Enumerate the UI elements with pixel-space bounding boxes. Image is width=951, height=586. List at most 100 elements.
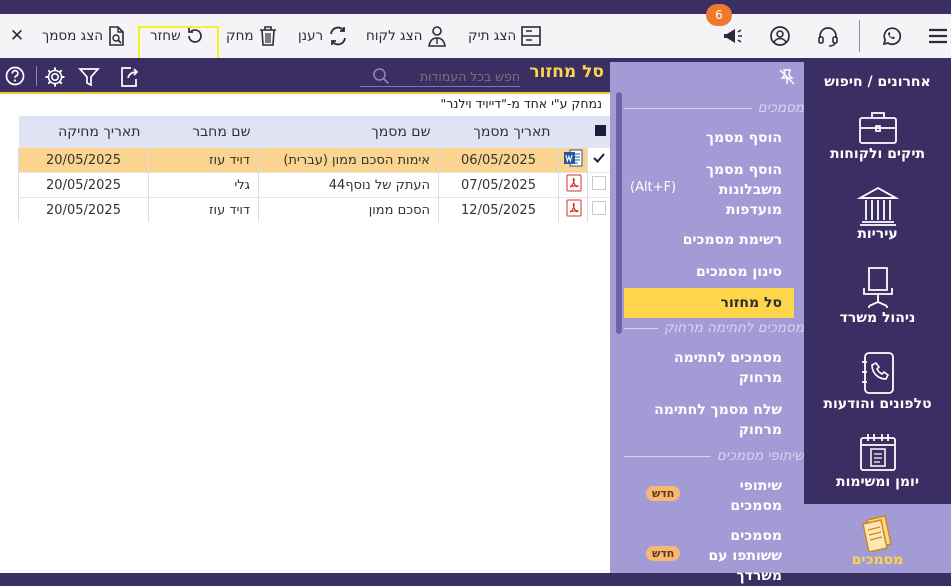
menu-remote-sign-docs-line2: מרחוק: [738, 370, 782, 386]
doc-date: 06/05/2025: [438, 147, 559, 173]
doc-deleted-date: 20/05/2025: [18, 172, 149, 198]
row-checkbox[interactable]: [587, 197, 610, 222]
office-chair-icon: [862, 267, 893, 308]
column-header-name[interactable]: שם מסמך: [258, 116, 439, 148]
menu-add-from-template[interactable]: הוסף מסמך משבלונות מועדפות: [706, 160, 782, 220]
section-documents: מסמכים: [618, 100, 804, 116]
word-document-icon: [564, 149, 583, 167]
menu-recycle-bin[interactable]: סל מחזור: [624, 288, 794, 318]
nav-phones-messages[interactable]: טלפונים והודעות: [804, 350, 951, 412]
menu-doc-shares[interactable]: שיתופי מסמכים: [730, 476, 782, 516]
megaphone-icon: [724, 29, 742, 43]
export-icon: [121, 67, 139, 87]
nav-files-clients-label: תיקים ולקוחות: [829, 146, 926, 162]
unpin-button[interactable]: [778, 68, 796, 90]
show-client-button[interactable]: הצג לקוח: [366, 14, 448, 58]
nav-office-management[interactable]: ניהול משרד: [804, 264, 951, 326]
settings-button[interactable]: [44, 66, 65, 87]
filter-icon: [78, 68, 100, 87]
help-icon: [5, 66, 25, 86]
municipality-icon: [856, 186, 899, 226]
show-client-label: הצג לקוח: [366, 28, 423, 44]
panel-header: סל מחזור: [0, 58, 610, 94]
show-document-button[interactable]: הצג מסמך: [42, 14, 125, 58]
menu-filter-documents[interactable]: סינון מסמכים: [696, 262, 782, 282]
nav-recent-search[interactable]: אחרונים / חיפוש: [804, 74, 951, 90]
row-checkbox[interactable]: [587, 147, 610, 173]
section-remote-sign: מסמכים לחתימה מרחוק: [618, 320, 804, 336]
main-menu-button[interactable]: [926, 14, 950, 58]
search-icon: [373, 68, 390, 85]
phone-book-icon: [861, 352, 894, 394]
menu-add-from-template-line1: הוסף מסמך: [705, 162, 782, 178]
filter-button[interactable]: [78, 66, 100, 87]
refresh-button[interactable]: רענן: [298, 14, 349, 58]
nav-recent-search-label: אחרונים / חיפוש: [824, 74, 931, 90]
doc-type-cell: [558, 147, 588, 173]
section-sharing: שיתופי מסמכים: [618, 448, 804, 464]
help-button[interactable]: [5, 66, 25, 86]
menu-shared-with-line2: ששותפו עם: [708, 548, 782, 564]
row-checkbox[interactable]: [587, 172, 610, 198]
nav-phones-messages-label: טלפונים והודעות: [823, 396, 932, 412]
nav-documents[interactable]: מסמכים: [804, 504, 951, 573]
table-row[interactable]: 06/05/2025 אימות הסכם ממון (עברית) דויד …: [18, 147, 610, 173]
menu-doc-shares-line2: מסמכים: [730, 498, 782, 514]
header-divider: [36, 66, 37, 86]
document-preview-icon: [109, 26, 124, 46]
doc-author: דויד עוז: [148, 197, 259, 222]
doc-name: הסכם ממון: [258, 197, 439, 222]
close-button[interactable]: ✕: [6, 14, 28, 58]
documents-stack-icon: [861, 515, 892, 552]
briefcase-icon: [858, 112, 897, 144]
column-header-deleted[interactable]: תאריך מחיקה: [18, 116, 149, 148]
whatsapp-button[interactable]: [877, 14, 905, 58]
table-header-row: תאריך מסמך שם מסמך שם מחבר תאריך מחיקה: [18, 116, 610, 148]
nav-files-clients[interactable]: תיקים ולקוחות: [804, 110, 951, 162]
doc-type-cell: [558, 197, 588, 222]
menu-add-from-template-line2: משבלונות: [718, 182, 782, 198]
show-document-label: הצג מסמך: [42, 28, 104, 44]
menu-document-list[interactable]: רשימת מסמכים: [683, 230, 782, 250]
column-header-author[interactable]: שם מחבר: [148, 116, 259, 148]
doc-deleted-date: 20/05/2025: [18, 197, 149, 222]
pdf-document-icon: [566, 174, 582, 192]
deleted-by-info: נמחק ע"י אחד מ-"דייויד וילנר": [440, 96, 602, 111]
page-title: סל מחזור: [529, 62, 604, 82]
table-row[interactable]: 07/05/2025 העתק של נוסף44 גלי 20/05/2025: [18, 172, 610, 198]
refresh-label: רענן: [298, 28, 324, 44]
nav-cities[interactable]: עיריות: [804, 186, 951, 242]
close-icon: ✕: [9, 26, 25, 46]
search-container: [360, 66, 520, 87]
export-button[interactable]: [118, 66, 139, 87]
shortcut-hint: (Alt+F): [630, 180, 677, 195]
show-file-button[interactable]: הצג תיק: [468, 14, 542, 58]
menu-doc-shares-line1: שיתופי: [739, 478, 782, 494]
doc-type-cell: [558, 172, 588, 198]
show-file-label: הצג תיק: [468, 28, 517, 44]
profile-button[interactable]: [766, 14, 794, 58]
submenu-scrollbar[interactable]: [616, 92, 622, 334]
menu-shared-with-line1: מסמכים: [730, 528, 782, 544]
menu-add-from-template-line3: מועדפות: [725, 202, 782, 218]
menu-shared-with-office[interactable]: מסמכים ששותפו עם משרדך: [708, 526, 782, 586]
support-button[interactable]: [814, 14, 842, 58]
select-all-column[interactable]: [587, 116, 610, 148]
trash-icon: [259, 26, 276, 46]
checkbox-icon: [592, 176, 606, 190]
table-row[interactable]: 12/05/2025 הסכם ממון דויד עוז 20/05/2025: [18, 197, 610, 222]
gear-icon: [45, 67, 65, 87]
menu-send-remote-sign[interactable]: שלח מסמך לחתימה מרחוק: [654, 400, 782, 440]
headset-icon: [818, 27, 838, 47]
menu-add-document[interactable]: הוסף מסמך: [706, 128, 782, 148]
new-badge: חדש: [646, 486, 681, 501]
nav-calendar-tasks[interactable]: יומן ומשימות: [804, 432, 951, 490]
search-input[interactable]: [390, 68, 520, 84]
menu-remote-sign-docs[interactable]: מסמכים לחתימה מרחוק: [674, 348, 782, 388]
delete-button[interactable]: מחק: [226, 14, 278, 58]
whatsapp-icon: [882, 27, 902, 46]
type-column-header: [558, 116, 588, 148]
doc-author: גלי: [148, 172, 259, 198]
column-header-date[interactable]: תאריך מסמך: [438, 116, 559, 148]
unpin-icon: [779, 69, 795, 85]
